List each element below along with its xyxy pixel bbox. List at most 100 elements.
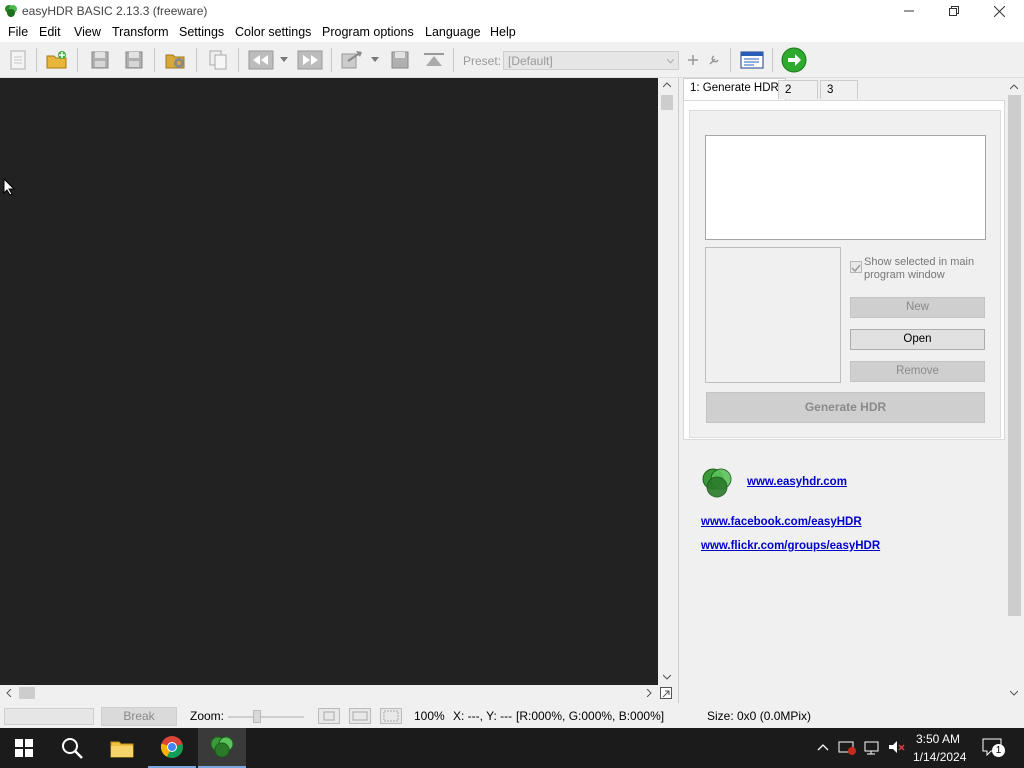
vertical-scroll-thumb[interactable] xyxy=(661,95,673,110)
chrome-taskbar-button[interactable] xyxy=(148,728,196,768)
generate-hdr-button[interactable]: Generate HDR xyxy=(706,392,985,423)
search-icon xyxy=(62,738,83,759)
toolbar-separator xyxy=(154,48,155,72)
scroll-down-icon[interactable] xyxy=(1010,690,1018,696)
fit-view-button[interactable] xyxy=(660,687,672,699)
horizontal-scrollbar[interactable] xyxy=(0,685,658,701)
close-button[interactable] xyxy=(976,0,1022,22)
close-icon xyxy=(993,5,1005,17)
show-selected-checkbox[interactable] xyxy=(850,261,862,273)
remove-button[interactable]: Remove xyxy=(850,361,985,382)
notification-badge: 1 xyxy=(992,744,1005,757)
right-panel: 1: Generate HDR 2 3 Show selected in mai… xyxy=(678,78,1024,703)
menu-file[interactable]: File xyxy=(8,25,28,39)
clock-time[interactable]: 3:50 AM xyxy=(916,732,960,746)
export-button[interactable] xyxy=(339,47,365,73)
chevron-down-icon xyxy=(667,59,674,64)
new-button[interactable]: New xyxy=(850,297,985,318)
open-button[interactable]: Open xyxy=(850,329,985,350)
tab-generate-hdr[interactable]: 1: Generate HDR xyxy=(683,78,786,100)
window-view-button[interactable] xyxy=(739,47,765,73)
add-preset-button[interactable] xyxy=(683,47,703,73)
copy-button[interactable] xyxy=(205,47,231,73)
easyhdr-logo xyxy=(701,467,733,499)
vertical-scrollbar[interactable] xyxy=(658,78,676,685)
export-dropdown[interactable] xyxy=(367,47,383,73)
zoom-fit-button[interactable] xyxy=(349,708,371,724)
go-button[interactable] xyxy=(781,47,807,73)
image-canvas[interactable] xyxy=(0,78,658,685)
volume-muted-icon[interactable] xyxy=(887,739,905,755)
zoom-actual-button[interactable] xyxy=(318,708,340,724)
easyhdr-app-icon xyxy=(210,736,234,758)
file-explorer-taskbar-button[interactable] xyxy=(98,728,146,768)
previous-dropdown[interactable] xyxy=(276,47,292,73)
break-button[interactable]: Break xyxy=(101,707,177,726)
cursor-coordinates: X: ---, Y: --- xyxy=(453,709,513,723)
network-icon[interactable] xyxy=(863,739,881,755)
start-button[interactable] xyxy=(0,728,48,768)
batch-settings-button[interactable] xyxy=(163,47,189,73)
toolbar-separator xyxy=(238,48,239,72)
menu-color-settings[interactable]: Color settings xyxy=(235,25,311,39)
menu-view[interactable]: View xyxy=(74,25,101,39)
new-document-icon xyxy=(10,50,26,70)
show-selected-label: Show selected in main program window xyxy=(864,256,975,281)
scroll-right-icon[interactable] xyxy=(646,689,652,697)
preset-tools-button[interactable] xyxy=(704,47,724,73)
new-document-button[interactable] xyxy=(5,47,31,73)
menu-transform[interactable]: Transform xyxy=(112,25,169,39)
menu-edit[interactable]: Edit xyxy=(39,25,61,39)
zoom-slider-thumb[interactable] xyxy=(253,710,261,723)
horizontal-scroll-thumb[interactable] xyxy=(19,687,35,699)
save-icon xyxy=(91,51,109,69)
security-alert-icon[interactable] xyxy=(838,739,856,755)
menu-help[interactable]: Help xyxy=(490,25,516,39)
preset-select[interactable]: [Default] xyxy=(503,51,679,70)
align-button[interactable] xyxy=(421,47,447,73)
checkmark-icon xyxy=(851,264,861,273)
scroll-down-icon[interactable] xyxy=(663,674,671,680)
preset-label: Preset: xyxy=(463,54,502,68)
clock-date[interactable]: 1/14/2024 xyxy=(913,750,966,764)
save-preset-button[interactable] xyxy=(387,47,413,73)
zoom-slider[interactable] xyxy=(228,710,304,723)
easyhdr-taskbar-button[interactable] xyxy=(198,728,246,768)
chevron-down-icon xyxy=(280,57,288,62)
tab-2[interactable]: 2 xyxy=(778,80,818,99)
save-icon xyxy=(391,51,409,69)
zoom-fill-button[interactable] xyxy=(380,708,402,724)
menu-settings[interactable]: Settings xyxy=(179,25,224,39)
image-preview xyxy=(705,247,841,383)
search-button[interactable] xyxy=(48,728,96,768)
notifications-button[interactable]: 1 xyxy=(982,738,1006,758)
panel-scrollbar[interactable] xyxy=(1006,78,1023,703)
minimize-button[interactable] xyxy=(886,0,932,22)
scroll-up-icon[interactable] xyxy=(1010,84,1018,90)
source-images-list[interactable] xyxy=(705,135,986,240)
facebook-link[interactable]: www.facebook.com/easyHDR xyxy=(701,516,862,528)
restore-button[interactable] xyxy=(931,0,977,22)
flickr-link[interactable]: www.flickr.com/groups/easyHDR xyxy=(701,540,880,552)
save-as-button[interactable] xyxy=(121,47,147,73)
tab-3[interactable]: 3 xyxy=(820,80,858,99)
window-icon xyxy=(740,51,764,69)
scroll-up-icon[interactable] xyxy=(663,82,671,88)
export-icon xyxy=(341,51,362,69)
rewind-icon xyxy=(248,50,274,70)
save-button[interactable] xyxy=(87,47,113,73)
scroll-left-icon[interactable] xyxy=(6,689,12,697)
panel-scroll-thumb[interactable] xyxy=(1008,95,1021,616)
status-bar: Break Zoom: 100% X: ---, Y: --- [R:000%,… xyxy=(0,704,1024,728)
show-hidden-icons-icon[interactable] xyxy=(817,743,829,751)
open-folder-button[interactable] xyxy=(44,47,70,73)
next-button[interactable] xyxy=(297,47,323,73)
mouse-cursor-icon xyxy=(3,178,15,196)
plus-icon xyxy=(688,55,698,65)
menu-program-options[interactable]: Program options xyxy=(322,25,414,39)
easyhdr-website-link[interactable]: www.easyhdr.com xyxy=(747,476,847,488)
menu-language[interactable]: Language xyxy=(425,25,481,39)
zoom-label: Zoom: xyxy=(190,709,225,723)
previous-button[interactable] xyxy=(248,47,274,73)
wrench-icon xyxy=(709,55,719,65)
